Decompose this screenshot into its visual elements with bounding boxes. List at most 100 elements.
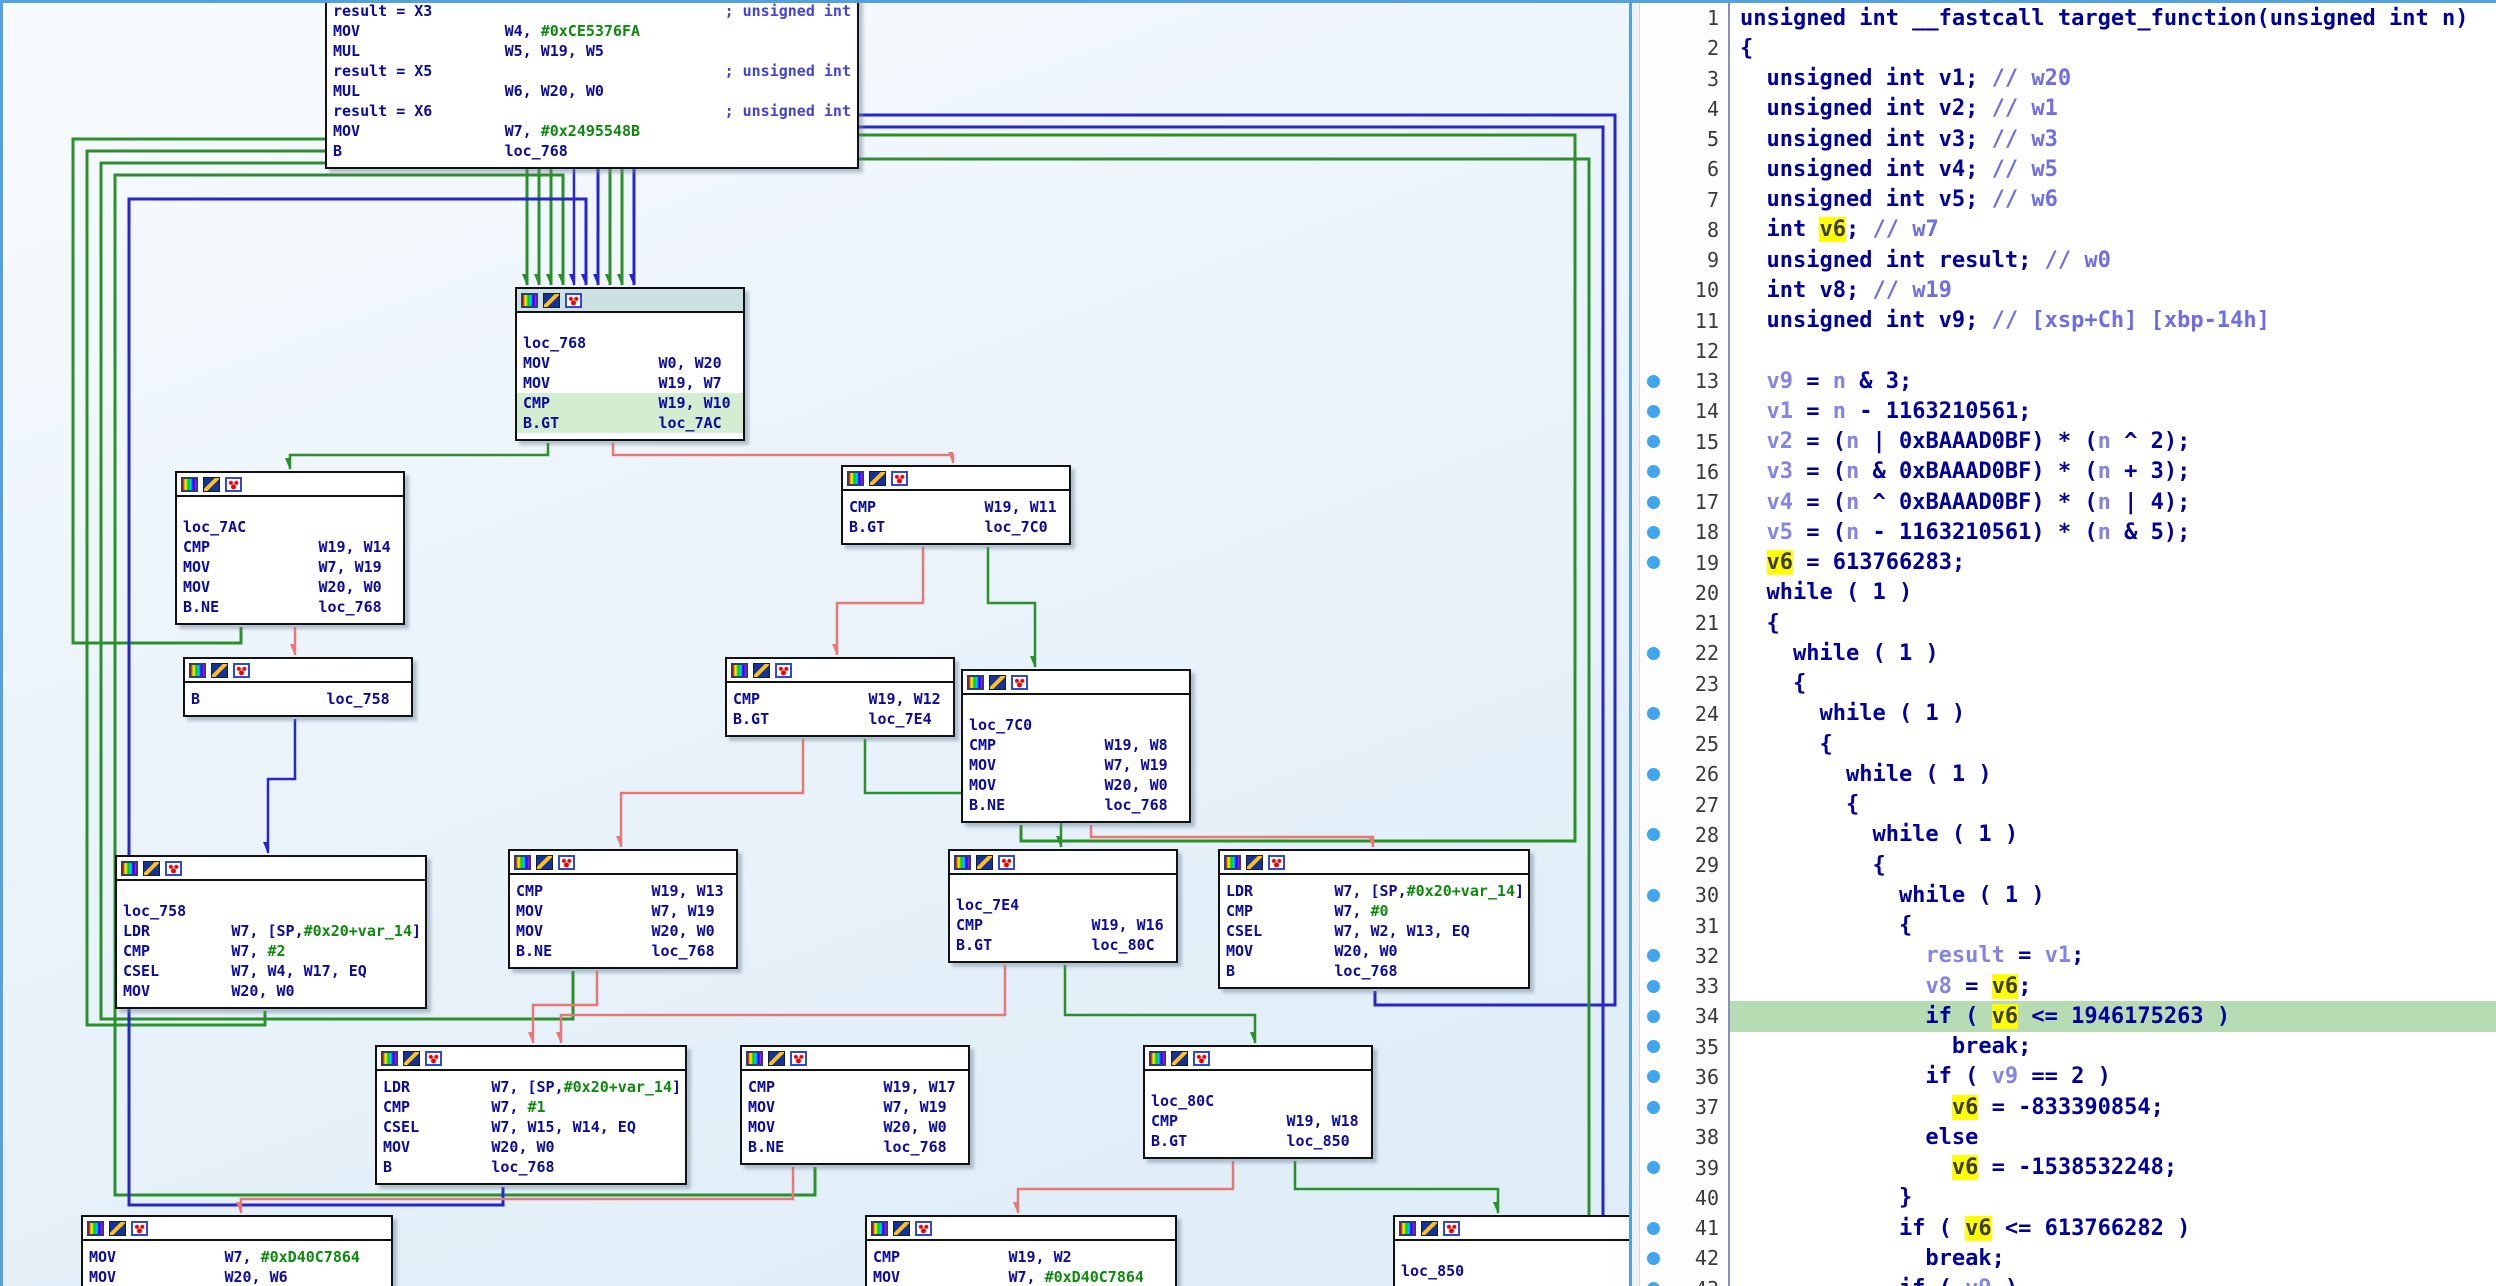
code-line[interactable]: while ( 1 ) — [1730, 820, 2496, 850]
basic-block-cmp_w12[interactable]: CMPW19, W12B.GTloc_7E4 — [725, 657, 955, 737]
palette-icon[interactable] — [1149, 1051, 1166, 1066]
code-line[interactable]: { — [1730, 729, 2496, 759]
breakpoint-slot[interactable] — [1640, 889, 1666, 902]
group-node-icon[interactable] — [1193, 1051, 1210, 1066]
basic-block-loc_758[interactable]: loc_758LDRW7, [SP,#0x20+var_14]CMPW7, #2… — [115, 855, 427, 1009]
breakpoint-slot[interactable] — [1640, 465, 1666, 478]
breakpoint-dot[interactable] — [1647, 1101, 1660, 1114]
breakpoint-dot[interactable] — [1647, 1010, 1660, 1023]
block-label-line[interactable]: loc_850 — [1401, 1261, 1625, 1281]
palette-icon[interactable] — [1399, 1221, 1416, 1236]
code-line[interactable]: if ( v9 == 2 ) — [1730, 1062, 2496, 1092]
breakpoint-slot[interactable] — [1640, 1040, 1666, 1053]
palette-icon[interactable] — [521, 293, 538, 308]
insn-line[interactable]: CMPW19, W13 — [516, 881, 730, 901]
basic-block-b_758[interactable]: Bloc_758 — [183, 657, 413, 717]
insn-line[interactable]: B.NEloc_768 — [516, 941, 730, 961]
group-node-icon[interactable] — [233, 663, 250, 678]
breakpoint-slot[interactable] — [1640, 1252, 1666, 1265]
palette-icon[interactable] — [871, 1221, 888, 1236]
palette-icon[interactable] — [87, 1221, 104, 1236]
code-line[interactable]: v3 = (n & 0xBAAAD0BF) * (n + 3); — [1730, 457, 2496, 487]
basic-block-entry[interactable]: result = X3; unsigned intMOVW4, #0xCE537… — [325, 3, 859, 169]
insn-line[interactable]: CMPW7, #0 — [1226, 901, 1522, 921]
insn-line[interactable]: MOVW4, #0xCE5376FA — [333, 21, 851, 41]
breakpoint-dot[interactable] — [1647, 1252, 1660, 1265]
edit-icon[interactable] — [1171, 1051, 1188, 1066]
breakpoint-dot[interactable] — [1647, 375, 1660, 388]
edit-icon[interactable] — [989, 675, 1006, 690]
code-line[interactable]: else — [1730, 1122, 2496, 1152]
palette-icon[interactable] — [381, 1051, 398, 1066]
breakpoint-slot[interactable] — [1640, 980, 1666, 993]
group-node-icon[interactable] — [131, 1221, 148, 1236]
breakpoint-dot[interactable] — [1647, 1070, 1660, 1083]
code-line[interactable]: v6 = -1538532248; — [1730, 1153, 2496, 1183]
insn-line[interactable]: CMPW7, #2 — [123, 941, 419, 961]
insn-line[interactable]: MOVW7, #0xD40C7864 — [89, 1247, 385, 1267]
insn-line[interactable]: CMPW19, W14 — [183, 537, 397, 557]
insn-line[interactable]: LDRW7, [SP,#0x20+var_14] — [123, 921, 419, 941]
block-label-line[interactable]: loc_768 — [523, 333, 737, 353]
group-node-icon[interactable] — [1443, 1221, 1460, 1236]
breakpoint-dot[interactable] — [1647, 647, 1660, 660]
code-line[interactable]: result = v1; — [1730, 941, 2496, 971]
breakpoint-slot[interactable] — [1640, 828, 1666, 841]
breakpoint-dot[interactable] — [1647, 1282, 1660, 1286]
group-node-icon[interactable] — [775, 663, 792, 678]
code-line[interactable]: { — [1730, 790, 2496, 820]
group-node-icon[interactable] — [915, 1221, 932, 1236]
breakpoint-slot[interactable] — [1640, 949, 1666, 962]
palette-icon[interactable] — [121, 861, 138, 876]
breakpoint-dot[interactable] — [1647, 768, 1660, 781]
breakpoint-slot[interactable] — [1640, 768, 1666, 781]
group-node-icon[interactable] — [790, 1051, 807, 1066]
insn-line[interactable]: B.NEloc_768 — [183, 597, 397, 617]
basic-block-cmp_w11[interactable]: CMPW19, W11B.GTloc_7C0 — [841, 465, 1071, 545]
edit-icon[interactable] — [1246, 855, 1263, 870]
code-line[interactable]: unsigned int v2; // w1 — [1730, 94, 2496, 124]
code-line[interactable]: while ( 1 ) — [1730, 578, 2496, 608]
edit-icon[interactable] — [536, 855, 553, 870]
insn-line[interactable]: MOVW20, W0 — [748, 1117, 962, 1137]
code-line[interactable]: unsigned int __fastcall target_function(… — [1730, 3, 2496, 33]
block-label-line[interactable]: loc_7AC — [183, 517, 397, 537]
insn-line[interactable]: MOVW7, W19 — [748, 1097, 962, 1117]
group-node-icon[interactable] — [891, 471, 908, 486]
edit-icon[interactable] — [869, 471, 886, 486]
breakpoint-dot[interactable] — [1647, 496, 1660, 509]
breakpoint-slot[interactable] — [1640, 1070, 1666, 1083]
breakpoint-slot[interactable] — [1640, 526, 1666, 539]
current-code-line[interactable]: if ( v6 <= 1946175263 ) — [1730, 1001, 2496, 1031]
insn-line[interactable]: MOVW20, W0 — [383, 1137, 679, 1157]
breakpoint-slot[interactable] — [1640, 556, 1666, 569]
block-label-line[interactable]: loc_80C — [1151, 1091, 1365, 1111]
pseudocode-pane[interactable]: 1234567891011121314151617181920212223242… — [1640, 3, 2496, 1286]
insn-line[interactable]: B.NEloc_768 — [748, 1137, 962, 1157]
basic-block-csel_w2[interactable]: LDRW7, [SP,#0x20+var_14]CMPW7, #0CSELW7,… — [1218, 849, 1530, 989]
basic-block-loc_7AC[interactable]: loc_7ACCMPW19, W14MOVW7, W19MOVW20, W0B.… — [175, 471, 405, 625]
basic-block-loc_80C[interactable]: loc_80CCMPW19, W18B.GTloc_850 — [1143, 1045, 1373, 1159]
insn-line[interactable]: MOVW20, W0 — [516, 921, 730, 941]
code-line[interactable]: { — [1730, 669, 2496, 699]
group-node-icon[interactable] — [1011, 675, 1028, 690]
insn-line[interactable]: CMPW19, W2 — [873, 1247, 1169, 1267]
code-line[interactable]: v1 = n - 1163210561; — [1730, 396, 2496, 426]
insn-line[interactable]: MOVW7, #0x2495548B — [333, 121, 851, 141]
insn-line[interactable]: CMPW19, W18 — [1151, 1111, 1365, 1131]
insn-line[interactable]: Bloc_768 — [333, 141, 851, 161]
insn-line[interactable]: Bloc_768 — [383, 1157, 679, 1177]
edit-icon[interactable] — [976, 855, 993, 870]
palette-icon[interactable] — [1224, 855, 1241, 870]
basic-block-cmp_w17[interactable]: CMPW19, W17MOVW7, W19MOVW20, W0B.NEloc_7… — [740, 1045, 970, 1165]
insn-line[interactable]: MOVW7, W19 — [183, 557, 397, 577]
insn-line[interactable]: B.NEloc_768 — [969, 795, 1183, 815]
palette-icon[interactable] — [954, 855, 971, 870]
insn-line[interactable]: MOVW20, W0 — [123, 981, 419, 1001]
insn-line[interactable]: CMPW19, W10 — [517, 393, 743, 413]
insn-line[interactable]: MOVW20, W6 — [89, 1267, 385, 1286]
palette-icon[interactable] — [746, 1051, 763, 1066]
palette-icon[interactable] — [847, 471, 864, 486]
edit-icon[interactable] — [109, 1221, 126, 1236]
insn-line[interactable]: Bloc_758 — [191, 689, 405, 709]
